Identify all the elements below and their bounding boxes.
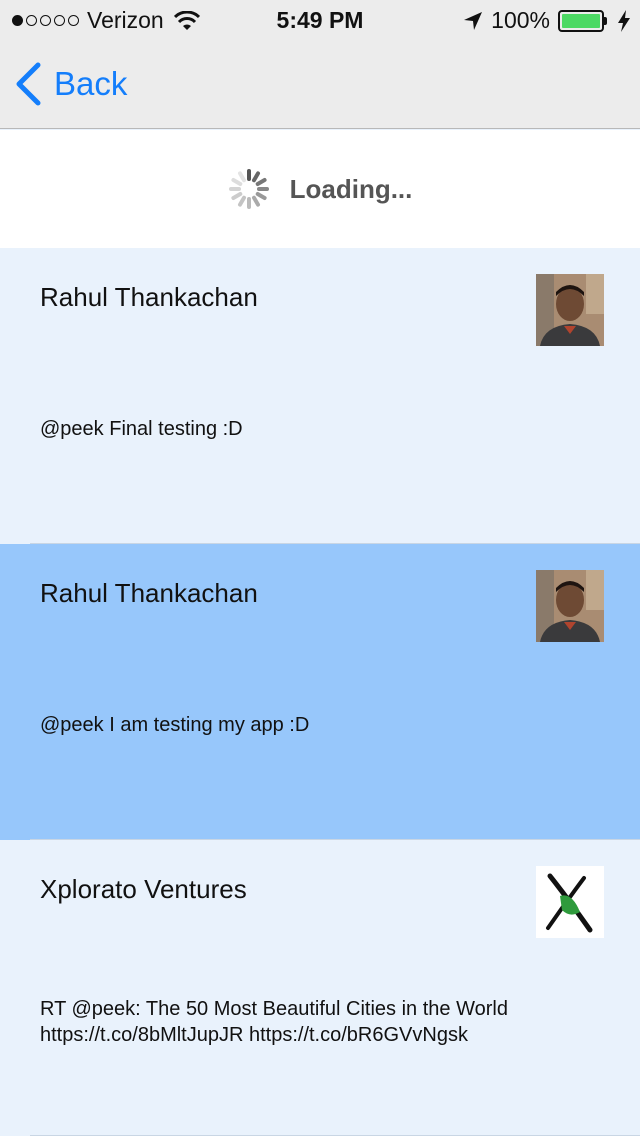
charging-bolt-icon bbox=[618, 9, 630, 32]
avatar-photo bbox=[536, 274, 604, 346]
signal-dot bbox=[26, 15, 37, 26]
battery-percent: 100% bbox=[491, 7, 550, 33]
tweet-text: @peek Final testing :D bbox=[40, 418, 243, 440]
tweet-text: RT @peek: The 50 Most Beautiful Cities i… bbox=[40, 998, 508, 1046]
avatar bbox=[536, 274, 604, 346]
signal-strength-icon bbox=[12, 15, 79, 26]
tweet-cell-selected[interactable]: Rahul Thankachan @peek I am testing my a… bbox=[0, 544, 640, 840]
signal-dot bbox=[40, 15, 51, 26]
spinner-icon bbox=[228, 169, 269, 209]
avatar bbox=[536, 570, 604, 642]
tweet-text: @peek I am testing my app :D bbox=[40, 714, 310, 736]
status-bar: Verizon 5:49 PM 100% bbox=[0, 0, 640, 40]
xplorato-logo bbox=[536, 866, 604, 938]
tweet-cell[interactable]: Xplorato Ventures RT @peek: The 50 Most … bbox=[0, 840, 640, 1136]
avatar bbox=[536, 866, 604, 938]
battery-fill bbox=[562, 13, 600, 28]
avatar-photo bbox=[536, 570, 604, 642]
tweet-author-name: Xplorato Ventures bbox=[40, 874, 247, 904]
carrier-name: Verizon bbox=[87, 7, 164, 33]
top-chrome: Verizon 5:49 PM 100% Back bbox=[0, 0, 640, 129]
tweet-author-name: Rahul Thankachan bbox=[40, 282, 258, 312]
wifi-icon bbox=[173, 10, 200, 30]
signal-dot bbox=[68, 15, 79, 26]
loading-indicator: Loading... bbox=[0, 130, 640, 248]
signal-dot bbox=[54, 15, 65, 26]
battery-icon bbox=[558, 9, 607, 32]
chevron-left-icon bbox=[16, 62, 41, 106]
back-label: Back bbox=[54, 65, 128, 102]
location-arrow-icon bbox=[464, 11, 483, 30]
battery-body bbox=[558, 9, 604, 32]
tweet-author-name: Rahul Thankachan bbox=[40, 578, 258, 608]
tweet-cell[interactable]: Rahul Thankachan @peek Final testing :D bbox=[0, 248, 640, 544]
status-right: 100% bbox=[463, 7, 630, 34]
status-left: Verizon bbox=[12, 7, 200, 34]
battery-tip bbox=[604, 16, 607, 25]
signal-dot bbox=[12, 15, 23, 26]
loading-text: Loading... bbox=[289, 173, 413, 204]
back-button[interactable]: Back bbox=[14, 62, 127, 106]
